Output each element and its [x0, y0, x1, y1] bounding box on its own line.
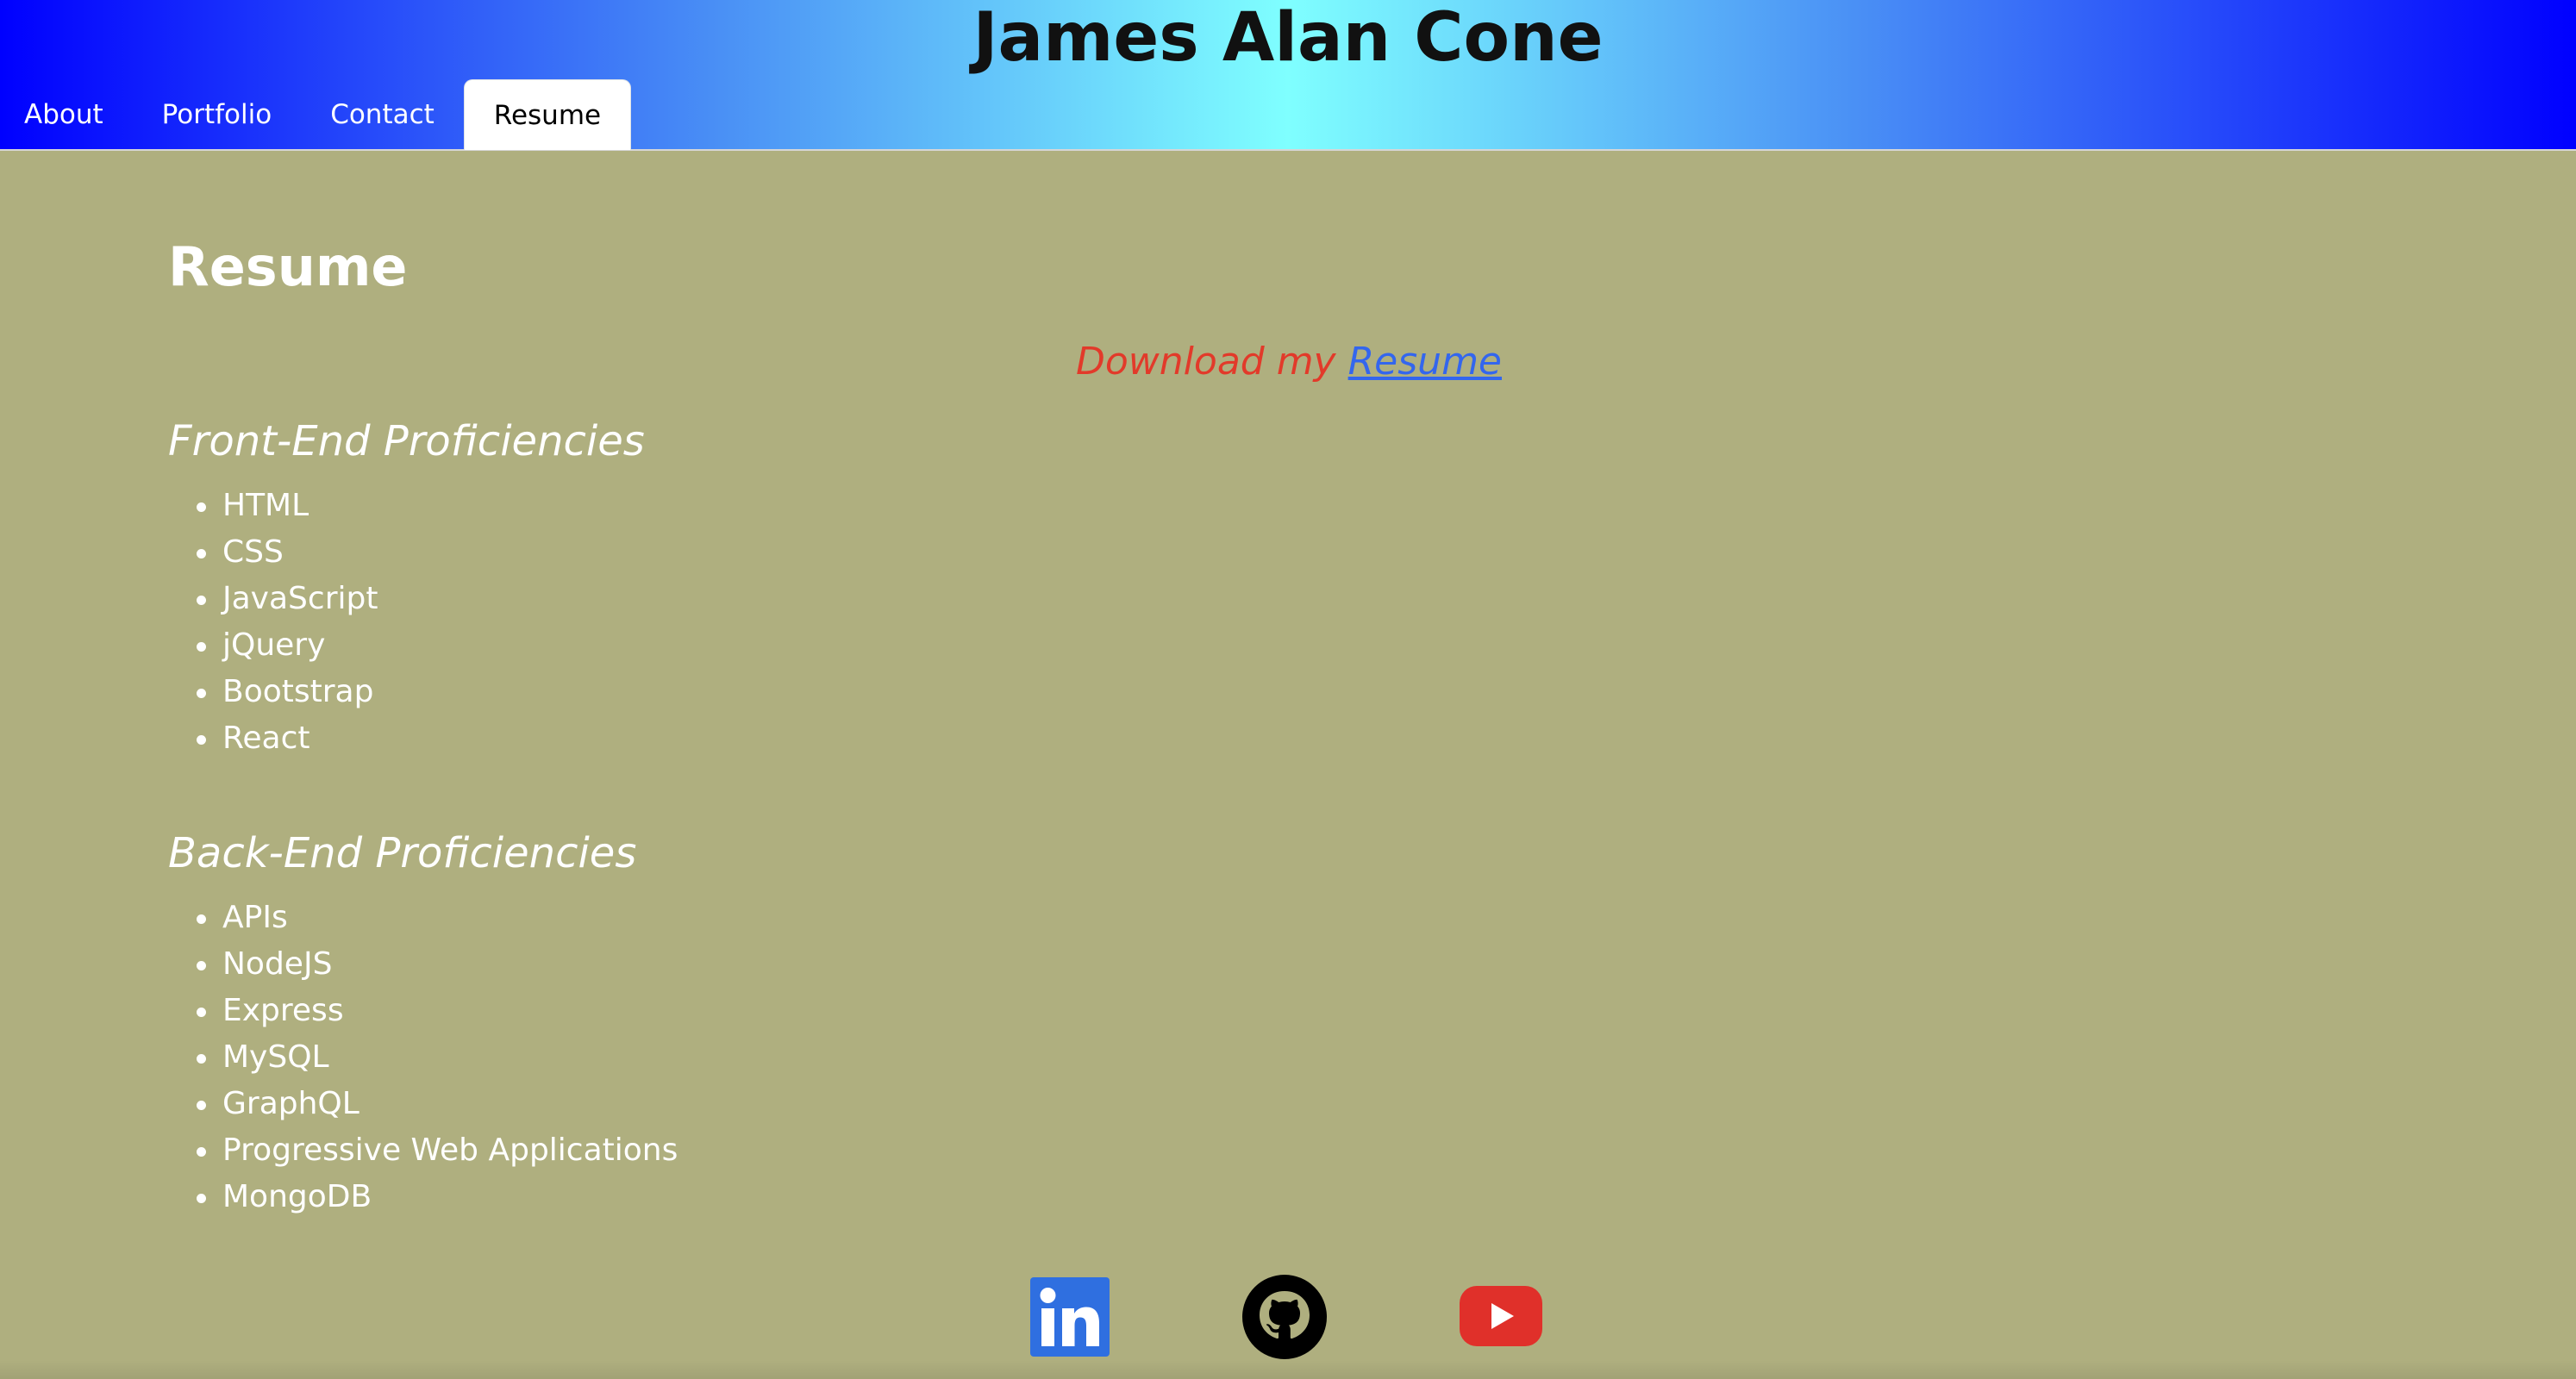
list-item: Bootstrap [196, 669, 378, 715]
linkedin-icon[interactable] [1030, 1274, 1116, 1360]
list-item: jQuery [196, 622, 378, 669]
list-item: React [196, 715, 378, 762]
frontend-heading: Front-End Proficiencies [168, 417, 645, 465]
backend-heading: Back-End Proficiencies [168, 829, 637, 877]
site-header: James Alan Cone About Portfolio Contact … [0, 0, 2576, 151]
list-item: APIs [196, 895, 678, 941]
nav-tabs: About Portfolio Contact Resume [0, 79, 632, 150]
download-prefix: Download my [1076, 340, 1336, 384]
tab-about[interactable]: About [0, 79, 133, 150]
frontend-list: HTML CSS JavaScript jQuery Bootstrap Rea… [168, 483, 378, 762]
tab-resume[interactable]: Resume [463, 79, 632, 150]
list-item: CSS [196, 529, 378, 576]
list-item: JavaScript [196, 576, 378, 622]
list-item: Express [196, 988, 678, 1034]
list-item: MongoDB [196, 1174, 678, 1220]
list-item: NodeJS [196, 941, 678, 988]
download-line: Download my Resume [168, 336, 2410, 388]
tab-contact[interactable]: Contact [301, 79, 464, 150]
footer-shadow [0, 1360, 2576, 1379]
list-item: HTML [196, 483, 378, 529]
site-title: James Alan Cone [972, 0, 1604, 77]
backend-list: APIs NodeJS Express MySQL GraphQL Progre… [168, 895, 678, 1220]
list-item: MySQL [196, 1034, 678, 1081]
youtube-icon[interactable] [1459, 1274, 1545, 1360]
resume-section: Resume Download my Resume Front-End Prof… [168, 233, 2410, 1214]
list-item: GraphQL [196, 1081, 678, 1127]
tab-portfolio[interactable]: Portfolio [133, 79, 302, 150]
github-icon[interactable] [1241, 1274, 1328, 1360]
resume-download-link[interactable]: Resume [1348, 340, 1502, 384]
page-title: Resume [168, 235, 408, 298]
list-item: Progressive Web Applications [196, 1127, 678, 1174]
social-links [0, 1274, 2576, 1360]
